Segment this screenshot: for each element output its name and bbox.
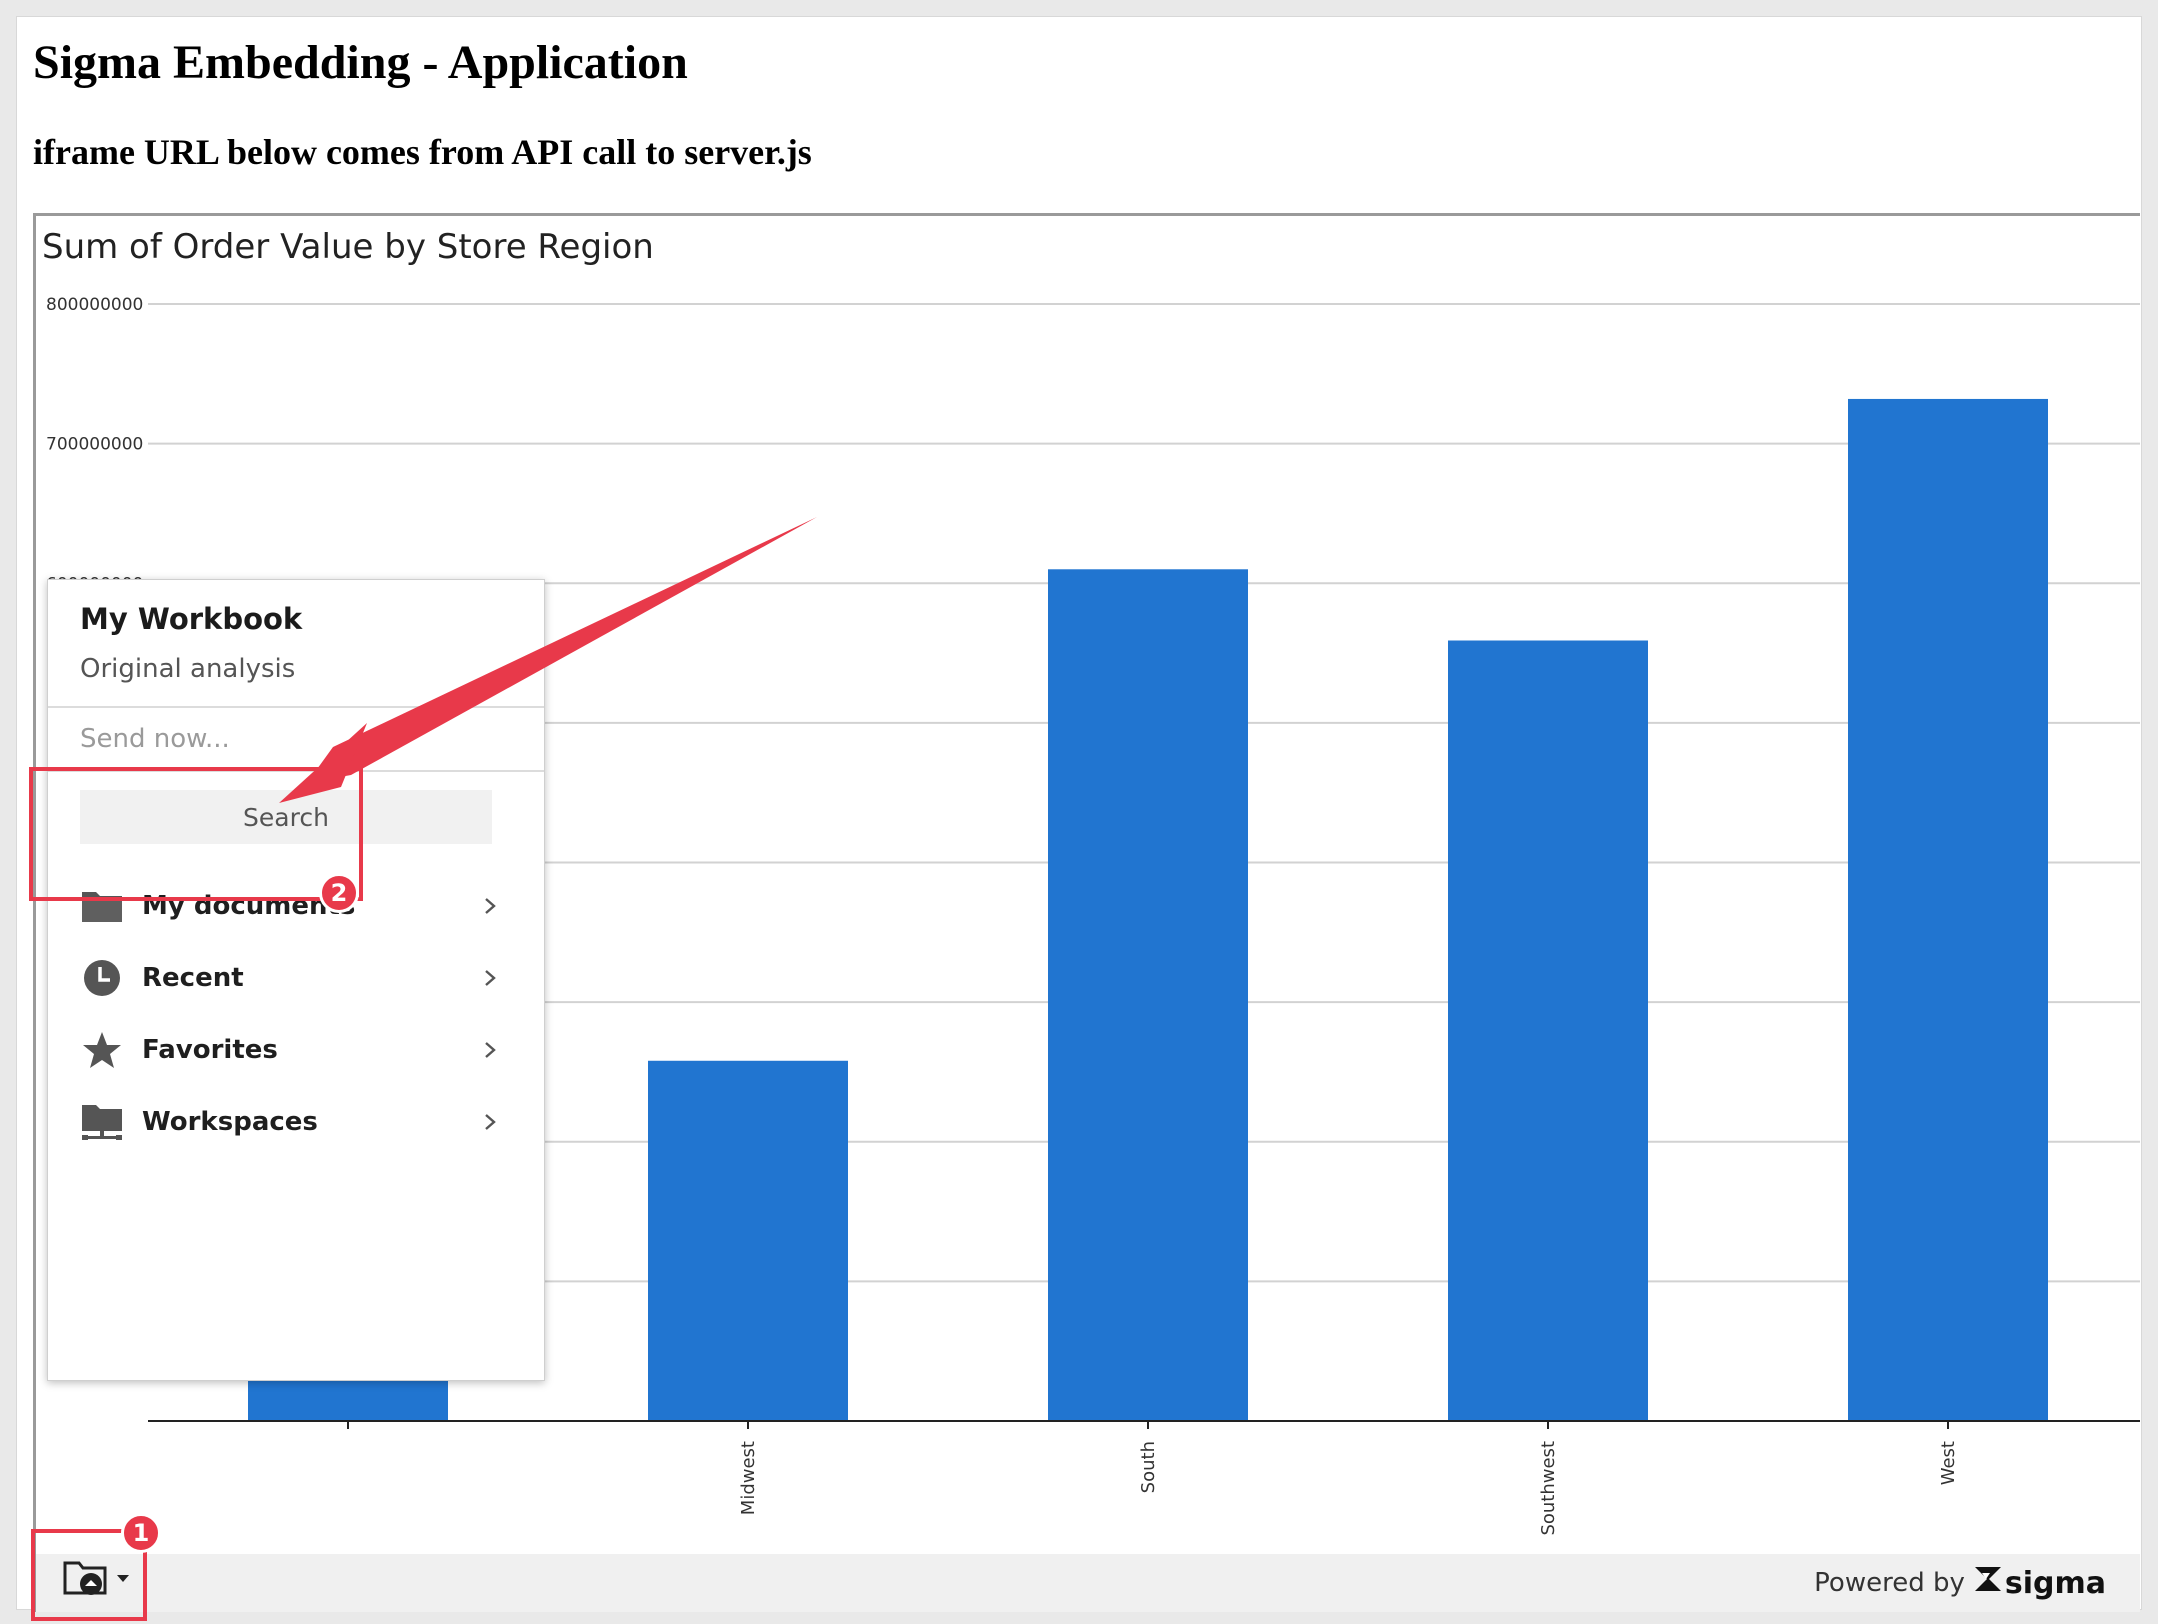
y-tick-label: 800000000: [46, 295, 143, 315]
nav-item-favorites[interactable]: Favorites: [80, 1022, 500, 1078]
workspace-icon: [80, 1100, 124, 1144]
page-subtitle: iframe URL below comes from API call to …: [33, 132, 812, 172]
x-tick-label: Midwest: [738, 1441, 759, 1515]
chart-title: Sum of Order Value by Store Region: [42, 227, 654, 267]
sigma-logo: sigma: [1973, 1564, 2106, 1602]
nav-label-favorites: Favorites: [142, 1035, 278, 1065]
powered-by-label: Powered by: [1814, 1568, 1965, 1598]
send-now-label: Send now...: [80, 724, 230, 754]
bar-midwest[interactable]: [648, 1060, 848, 1421]
sigma-brand-text: sigma: [2004, 1565, 2106, 1601]
documents-dropdown-panel: My Workbook Original analysis Send now..…: [47, 579, 545, 1381]
chevron-right-icon: [480, 1040, 500, 1060]
y-tick-label: 700000000: [46, 435, 143, 455]
annotation-box-2: [29, 767, 363, 901]
send-now-item[interactable]: Send now...: [48, 708, 544, 772]
chevron-right-icon: [480, 1112, 500, 1132]
workbook-subtitle: Original analysis: [80, 654, 296, 684]
nav-label-workspaces: Workspaces: [142, 1107, 318, 1137]
star-icon: [80, 1028, 124, 1072]
chevron-right-icon: [480, 896, 500, 916]
workbook-name: My Workbook: [80, 602, 303, 636]
x-tick-label: Southwest: [1538, 1441, 1559, 1536]
powered-by[interactable]: Powered by sigma: [1814, 1564, 2106, 1602]
x-tick-label: West: [1938, 1441, 1959, 1485]
x-tick-label: South: [1138, 1441, 1159, 1493]
nav-item-recent[interactable]: Recent: [80, 950, 500, 1006]
page-container: Sigma Embedding - Application iframe URL…: [16, 16, 2142, 1621]
annotation-badge-2: 2: [319, 873, 359, 913]
page-title: Sigma Embedding - Application: [33, 36, 688, 89]
embed-footer: Powered by sigma: [36, 1554, 2140, 1612]
bar-southwest[interactable]: [1448, 640, 1648, 1421]
bar-south[interactable]: [1048, 569, 1248, 1421]
workbook-header[interactable]: My Workbook Original analysis: [48, 580, 544, 708]
bar-west[interactable]: [1848, 398, 2048, 1421]
sigma-mark-icon: [1973, 1564, 2003, 1602]
annotation-badge-1: 1: [121, 1513, 161, 1553]
x-axis-ticks: Midwest South Southwest West: [347, 1421, 1959, 1536]
clock-icon: [80, 956, 124, 1000]
nav-item-workspaces[interactable]: Workspaces: [80, 1094, 500, 1150]
chevron-right-icon: [480, 968, 500, 988]
nav-label-recent: Recent: [142, 963, 244, 993]
